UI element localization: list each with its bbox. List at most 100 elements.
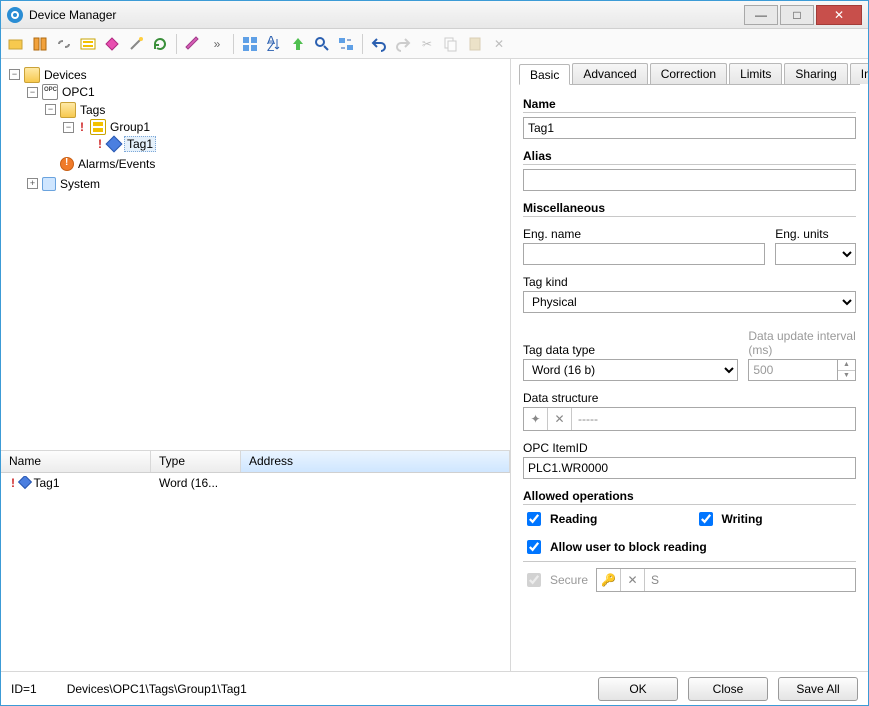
opc-group-icon[interactable] [77,33,99,55]
secure-label: Secure [550,573,588,587]
tree-alarms[interactable]: Alarms/Events [78,157,155,171]
reading-checkbox[interactable] [527,512,541,526]
expand-system[interactable]: + [27,178,38,189]
opcid-input[interactable] [523,457,856,479]
properties-tabs: Basic Advanced Correction Limits Sharing… [519,63,860,85]
row-name: Tag1 [33,476,59,490]
secure-box: 🔑 ✕ S [596,568,856,592]
device-tree[interactable]: −Devices −OPC1 −Tags −!Group1 [1,59,510,451]
tab-sharing[interactable]: Sharing [784,63,847,84]
blockread-label: Allow user to block reading [550,540,707,554]
alarms-icon [60,157,74,171]
new-folder-icon[interactable] [5,33,27,55]
alias-label: Alias [523,149,856,165]
link-icon[interactable] [53,33,75,55]
collapse-group[interactable]: − [63,122,74,133]
undo-icon[interactable] [368,33,390,55]
close-button[interactable]: Close [688,677,768,701]
tag-list: Name Type Address ! Tag1 Word (16... [1,451,510,671]
tab-correction[interactable]: Correction [650,63,727,84]
new-tag-icon[interactable] [101,33,123,55]
up-arrow-icon[interactable] [287,33,309,55]
refresh-icon[interactable] [149,33,171,55]
tagkind-select[interactable]: Physical [523,291,856,313]
status-id: ID=1 [11,682,37,696]
tab-information[interactable]: Information [850,63,868,84]
save-all-button[interactable]: Save All [778,677,858,701]
writing-checkbox[interactable] [699,512,713,526]
status-path: Devices\OPC1\Tags\Group1\Tag1 [67,682,247,696]
expand-icon[interactable]: » [206,33,228,55]
minimize-button[interactable]: — [744,5,778,25]
interval-spinner: ▲▼ [838,359,856,381]
name-input[interactable] [523,117,856,139]
tag-icon [18,476,32,489]
col-address[interactable]: Address [241,451,510,472]
titlebar[interactable]: Device Manager — □ ✕ [1,1,868,29]
left-pane: −Devices −OPC1 −Tags −!Group1 [1,59,511,671]
col-type[interactable]: Type [151,451,241,472]
bang-icon: ! [9,476,17,490]
blockread-checkbox[interactable] [527,540,541,554]
brush-icon[interactable] [182,33,204,55]
list-header: Name Type Address [1,451,510,473]
tab-advanced[interactable]: Advanced [572,63,647,84]
new-device-icon[interactable] [29,33,51,55]
tagkind-label: Tag kind [523,275,856,289]
dtype-label: Tag data type [523,343,738,357]
tree-devices[interactable]: Devices [44,68,87,82]
tree-opc1[interactable]: OPC1 [62,85,95,99]
allowed-label: Allowed operations [523,489,856,505]
find-icon[interactable] [311,33,333,55]
name-label: Name [523,97,856,113]
close-window-button[interactable]: ✕ [816,5,862,25]
wizard-icon[interactable] [125,33,147,55]
sort-icon[interactable]: AZ [263,33,285,55]
collapse-devices[interactable]: − [9,69,20,80]
engname-label: Eng. name [523,227,765,241]
redo-icon[interactable] [392,33,414,55]
list-row[interactable]: ! Tag1 Word (16... [1,473,510,493]
tree-tag1[interactable]: Tag1 [124,136,156,152]
paste-icon[interactable] [464,33,486,55]
engunits-label: Eng. units [775,227,856,241]
replace-icon[interactable] [335,33,357,55]
system-icon [42,177,56,191]
engunits-select[interactable] [775,243,856,265]
opc-icon [42,84,58,100]
secure-clear-icon: ✕ [621,569,645,591]
ok-button[interactable]: OK [598,677,678,701]
tab-basic[interactable]: Basic [519,64,570,85]
maximize-button[interactable]: □ [780,5,814,25]
grid-icon[interactable] [239,33,261,55]
status-bar: ID=1 Devices\OPC1\Tags\Group1\Tag1 OK Cl… [1,671,868,705]
dtype-select[interactable]: Word (16 b) [523,359,738,381]
delete-icon[interactable]: ✕ [488,33,510,55]
collapse-opc[interactable]: − [27,87,38,98]
toolbar: » AZ ✂ ✕ [1,29,868,59]
dstruct-add-icon[interactable]: ✦ [524,408,548,430]
writing-label: Writing [722,512,763,526]
tree-group1[interactable]: Group1 [110,120,150,134]
dstruct-clear-icon[interactable]: ✕ [548,408,572,430]
tree-system[interactable]: System [60,177,100,191]
properties-pane: Basic Advanced Correction Limits Sharing… [511,59,868,671]
col-name[interactable]: Name [1,451,151,472]
secure-checkbox [527,573,541,587]
cut-icon[interactable]: ✂ [416,33,438,55]
collapse-tags[interactable]: − [45,104,56,115]
copy-icon[interactable] [440,33,462,55]
opcid-label: OPC ItemID [523,441,856,455]
row-type: Word (16... [151,476,241,490]
interval-label: Data update interval (ms) [748,329,856,357]
tag-icon [106,136,123,153]
data-structure-box: ✦ ✕ ----- [523,407,856,431]
tab-limits[interactable]: Limits [729,63,782,84]
reading-label: Reading [550,512,597,526]
tree-tags[interactable]: Tags [80,103,105,117]
misc-label: Miscellaneous [523,201,856,217]
engname-input[interactable] [523,243,765,265]
alias-input[interactable] [523,169,856,191]
secure-value: S [645,569,855,591]
device-manager-window: Device Manager — □ ✕ » AZ ✂ ✕ [0,0,869,706]
